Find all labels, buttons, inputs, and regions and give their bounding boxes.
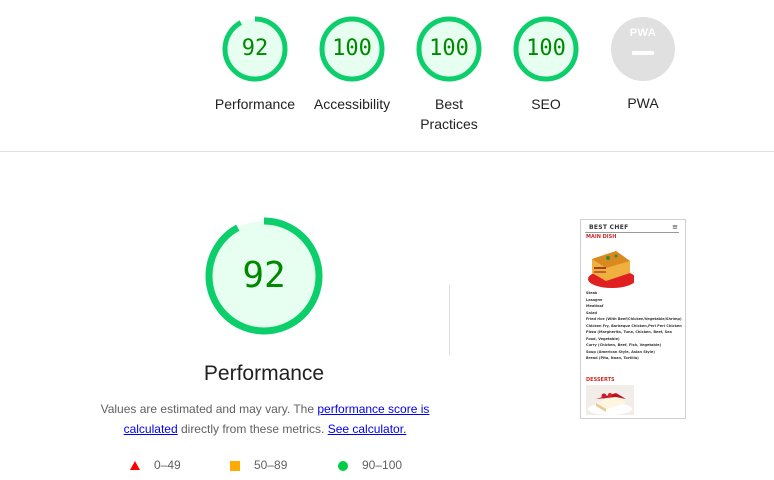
performance-description: Values are estimated and may vary. The p…	[100, 399, 430, 439]
gauge-label: SEO	[531, 96, 561, 112]
gauge-accessibility[interactable]: 100 Accessibility	[302, 16, 402, 114]
pwa-badge-text: PWA	[629, 27, 657, 39]
section-desserts: DESSERTS	[586, 377, 615, 383]
cheesecake-illustration	[586, 385, 634, 415]
performance-score: 92	[242, 255, 286, 296]
gauge-ring: 100	[319, 16, 385, 82]
header-rule	[585, 232, 679, 233]
final-screenshot-thumbnail[interactable]: BEST CHEF ≡ MAIN DISH Steak Lasagne Meat…	[580, 219, 686, 419]
list-item: Fried rice (With Beef/Chicken/Vegetable/…	[586, 317, 682, 321]
desc-prefix: Values are estimated and may vary. The	[100, 402, 318, 416]
pwa-badge-icon: PWA	[611, 17, 675, 81]
legend-pass: 90–100	[338, 458, 402, 472]
legend-average: 50–89	[230, 458, 287, 472]
hamburger-menu-icon: ≡	[672, 223, 678, 231]
gauge-score: 100	[429, 36, 469, 61]
lasagne-illustration	[586, 241, 634, 289]
gauge-score: 100	[526, 36, 566, 61]
gauge-score: 100	[332, 36, 372, 61]
legend-range: 50–89	[254, 458, 288, 472]
menu-items-list: Steak Lasagne Meatloaf Salad Fried rice …	[586, 290, 682, 362]
gauge-label: Accessibility	[313, 96, 391, 112]
vertical-separator	[449, 285, 450, 355]
performance-title: Performance	[203, 362, 325, 385]
circle-icon	[338, 460, 348, 471]
legend-range: 0–49	[154, 458, 181, 472]
gauge-ring: 92	[222, 16, 288, 82]
desc-middle: directly from these metrics.	[177, 422, 328, 436]
section-main-dish: MAIN DISH	[586, 234, 617, 240]
list-item: Bread (Pita, Naan, Tortilla)	[586, 356, 639, 360]
triangle-icon	[130, 461, 140, 471]
gauge-best-practices[interactable]: 100 Best Practices	[399, 16, 499, 134]
legend-fail: 0–49	[130, 458, 181, 472]
site-header-title: BEST CHEF	[589, 224, 629, 231]
legend-range: 90–100	[362, 458, 403, 472]
cheesecake-image	[586, 385, 634, 415]
square-icon	[230, 460, 240, 471]
gauge-label: Best Practices	[420, 96, 478, 132]
gauge-seo[interactable]: 100 SEO	[496, 16, 596, 114]
gauge-ring: 100	[416, 16, 482, 82]
gauge-pwa[interactable]: PWA PWA	[593, 16, 693, 113]
list-item: Pizza (Margherita, Tuna, Chicken, Beef, …	[586, 330, 672, 341]
gauge-label: PWA	[627, 95, 659, 111]
pwa-dash	[632, 51, 654, 55]
gauge-ring: 100	[513, 16, 579, 82]
see-calculator-link[interactable]: See calculator.	[328, 422, 407, 436]
gauge-label: Performance	[214, 96, 296, 112]
performance-gauge-large: 92	[204, 216, 324, 336]
gauge-performance[interactable]: 92 Performance	[205, 16, 305, 114]
category-scores: 92 Performance 100 Accessibility 100 Bes…	[0, 0, 774, 151]
section-divider	[0, 151, 774, 152]
lasagne-image	[586, 241, 634, 289]
gauge-score: 92	[241, 36, 269, 61]
